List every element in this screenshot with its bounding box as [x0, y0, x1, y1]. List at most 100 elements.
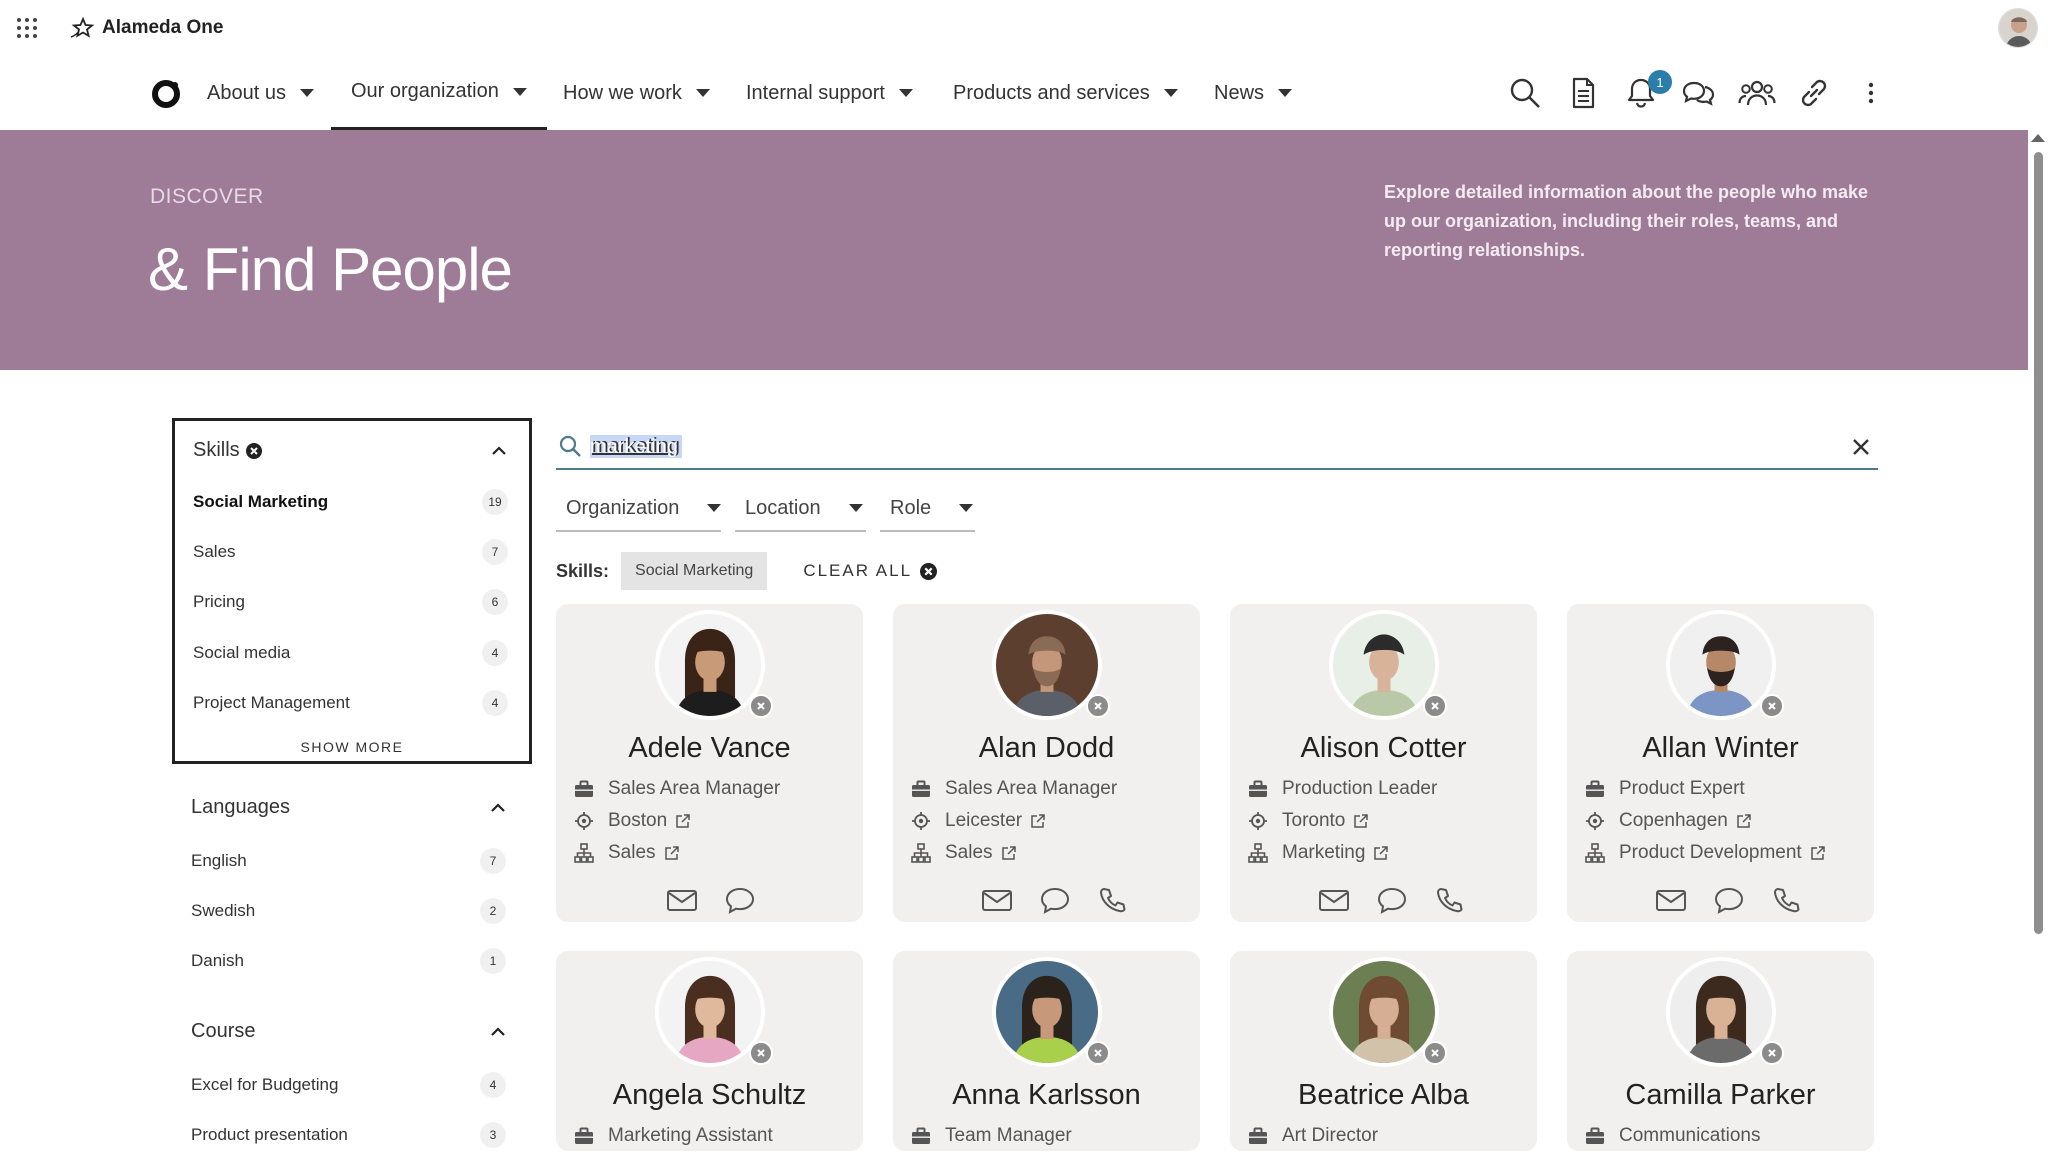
- clear-all-button[interactable]: CLEAR ALL: [803, 561, 937, 581]
- person-location-line[interactable]: Boston: [574, 808, 691, 834]
- search-input[interactable]: [590, 430, 1820, 464]
- person-title: Marketing Assistant: [608, 1125, 773, 1146]
- email-icon[interactable]: [666, 886, 698, 914]
- email-icon[interactable]: [981, 886, 1013, 914]
- person-title-line: Team Manager: [911, 1123, 1072, 1149]
- clear-filter-icon[interactable]: [246, 443, 262, 459]
- scrollbar-thumb[interactable]: [2034, 152, 2043, 934]
- presence-offline-icon: [1760, 694, 1784, 718]
- person-card[interactable]: Camilla Parker Communications: [1567, 951, 1874, 1151]
- person-name[interactable]: Beatrice Alba: [1230, 1079, 1537, 1112]
- facet-skills-header[interactable]: Skills: [193, 439, 262, 462]
- nav-products-and-services[interactable]: Products and services: [953, 56, 1178, 130]
- show-more-button[interactable]: SHOW MORE: [175, 739, 529, 755]
- chat-icon[interactable]: [724, 886, 756, 914]
- facet-option[interactable]: Swedish 2: [191, 896, 506, 926]
- facet-option[interactable]: Sales 7: [193, 537, 508, 567]
- person-title-line: Marketing Assistant: [574, 1123, 773, 1149]
- site-logo-icon[interactable]: [150, 78, 182, 110]
- person-name[interactable]: Allan Winter: [1567, 732, 1874, 765]
- person-card[interactable]: Alan Dodd Sales Area Manager Leicester S…: [893, 604, 1200, 922]
- facet-count: 7: [482, 539, 508, 565]
- person-title-line: Production Leader: [1248, 776, 1437, 802]
- search-icon[interactable]: [1508, 76, 1542, 110]
- person-name[interactable]: Anna Karlsson: [893, 1079, 1200, 1112]
- person-name[interactable]: Camilla Parker: [1567, 1079, 1874, 1112]
- chevron-up-icon[interactable]: [491, 443, 507, 459]
- person-location-line[interactable]: Leicester: [911, 808, 1046, 834]
- person-title: Art Director: [1282, 1125, 1379, 1146]
- facet-count: 1: [480, 948, 506, 974]
- organization-dropdown[interactable]: Organization: [556, 486, 722, 532]
- external-link-icon: [1030, 813, 1046, 829]
- person-card[interactable]: Angela Schultz Marketing Assistant: [556, 951, 863, 1151]
- person-avatar-wrap: [655, 610, 773, 720]
- chevron-up-icon[interactable]: [490, 1024, 506, 1040]
- person-card[interactable]: Beatrice Alba Art Director: [1230, 951, 1537, 1151]
- conversations-icon[interactable]: [1681, 76, 1715, 110]
- hero-banner: DISCOVER & Find People Explore detailed …: [0, 130, 2028, 370]
- person-card[interactable]: Adele Vance Sales Area Manager Boston Sa…: [556, 604, 863, 922]
- facet-option[interactable]: Product presentation 3: [191, 1120, 506, 1150]
- location-dropdown[interactable]: Location: [735, 486, 866, 532]
- person-department-line[interactable]: Sales: [574, 840, 680, 866]
- external-link-icon: [1353, 813, 1369, 829]
- person-department-line[interactable]: Sales: [911, 840, 1017, 866]
- facet-option[interactable]: Danish 1: [191, 946, 506, 976]
- app-brand[interactable]: Alameda One: [70, 14, 223, 42]
- people-search: marketing: [556, 426, 1878, 470]
- user-avatar[interactable]: [1998, 8, 2038, 48]
- facet-option[interactable]: Excel for Budgeting 4: [191, 1070, 506, 1100]
- briefcase-icon: [1585, 779, 1605, 799]
- email-icon[interactable]: [1318, 886, 1350, 914]
- link-icon[interactable]: [1797, 76, 1831, 110]
- chat-icon[interactable]: [1039, 886, 1071, 914]
- person-name[interactable]: Angela Schultz: [556, 1079, 863, 1112]
- person-avatar-wrap: [1329, 610, 1447, 720]
- facet-option[interactable]: English 7: [191, 846, 506, 876]
- nav-our-organization[interactable]: Our organization: [331, 56, 547, 130]
- chevron-up-icon[interactable]: [490, 800, 506, 816]
- person-location: Boston: [608, 810, 668, 831]
- person-card[interactable]: Anna Karlsson Team Manager: [893, 951, 1200, 1151]
- chat-icon[interactable]: [1376, 886, 1408, 914]
- facet-course-header[interactable]: Course: [191, 1020, 255, 1043]
- person-card[interactable]: Allan Winter Product Expert Copenhagen P…: [1567, 604, 1874, 922]
- caret-down-icon: [1278, 89, 1293, 97]
- person-title-line: Sales Area Manager: [574, 776, 780, 802]
- nav-label: News: [1214, 81, 1265, 104]
- close-icon[interactable]: [1850, 436, 1872, 458]
- person-department-line[interactable]: Product Development: [1585, 840, 1826, 866]
- person-department-line[interactable]: Marketing: [1248, 840, 1389, 866]
- contact-actions: [981, 886, 1129, 914]
- email-icon[interactable]: [1655, 886, 1687, 914]
- facet-option[interactable]: Social media 4: [193, 638, 508, 668]
- person-location-line[interactable]: Toronto: [1248, 808, 1369, 834]
- people-icon[interactable]: [1738, 76, 1776, 110]
- phone-icon[interactable]: [1771, 886, 1803, 914]
- nav-how-we-work[interactable]: How we work: [563, 56, 710, 130]
- facet-languages-header[interactable]: Languages: [191, 796, 290, 819]
- facet-option[interactable]: Social Marketing 19: [193, 487, 508, 517]
- person-name[interactable]: Adele Vance: [556, 732, 863, 765]
- presence-offline-icon: [749, 1041, 773, 1065]
- phone-icon[interactable]: [1434, 886, 1466, 914]
- person-name[interactable]: Alison Cotter: [1230, 732, 1537, 765]
- nav-about-us[interactable]: About us: [207, 56, 314, 130]
- phone-icon[interactable]: [1097, 886, 1129, 914]
- nav-news[interactable]: News: [1214, 56, 1293, 130]
- nav-internal-support[interactable]: Internal support: [746, 56, 913, 130]
- facet-option[interactable]: Project Management 4: [193, 688, 508, 718]
- person-card[interactable]: Alison Cotter Production Leader Toronto …: [1230, 604, 1537, 922]
- app-launcher-icon[interactable]: [16, 17, 38, 39]
- active-filter-chip[interactable]: Social Marketing: [621, 552, 768, 590]
- scroll-up-arrow-icon[interactable]: [2031, 134, 2045, 142]
- chat-icon[interactable]: [1713, 886, 1745, 914]
- document-icon[interactable]: [1566, 76, 1600, 110]
- more-options-icon[interactable]: [1854, 76, 1888, 110]
- person-location-line[interactable]: Copenhagen: [1585, 808, 1752, 834]
- role-dropdown[interactable]: Role: [880, 486, 975, 532]
- person-name[interactable]: Alan Dodd: [893, 732, 1200, 765]
- hero-description: Explore detailed information about the p…: [1384, 182, 1869, 260]
- facet-option[interactable]: Pricing 6: [193, 587, 508, 617]
